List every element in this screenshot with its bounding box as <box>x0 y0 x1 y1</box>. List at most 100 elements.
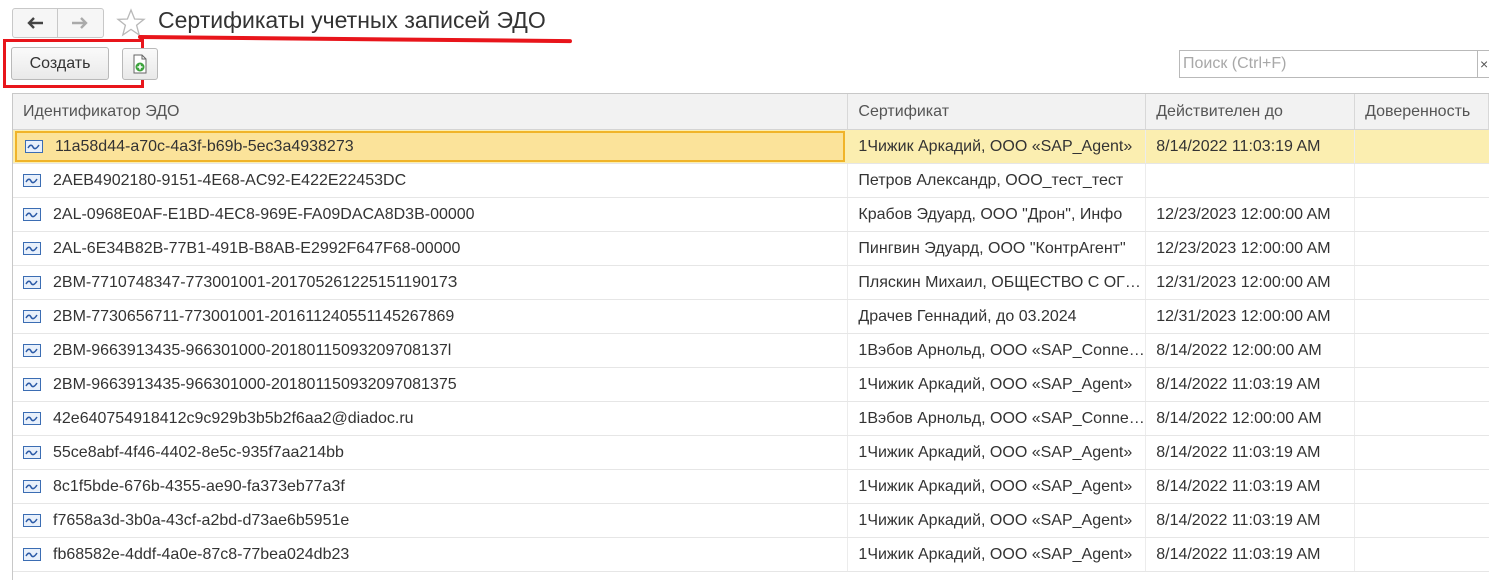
power-of-attorney-cell[interactable] <box>1355 130 1489 163</box>
power-of-attorney-cell[interactable] <box>1355 538 1489 571</box>
search-input[interactable] <box>1179 50 1477 78</box>
certificate-cell-text: Пляскин Михаил, ОБЩЕСТВО С ОГРАНИЧЕННОЙ <box>858 273 1146 291</box>
forward-button[interactable] <box>57 9 102 37</box>
valid-until-cell[interactable]: 12/23/2023 12:00:00 AM <box>1146 232 1356 265</box>
power-of-attorney-cell[interactable] <box>1355 436 1489 469</box>
edo-id-cell[interactable]: 11a58d44-a70c-4a3f-b69b-5ec3a4938273 <box>15 131 846 162</box>
table-row[interactable]: 2BM-9663913435-966301000-201801150932097… <box>13 368 1489 402</box>
table-row[interactable]: 55ce8abf-4f46-4402-8e5c-935f7aa214bb 1Чиж… <box>13 436 1489 470</box>
edo-id-cell[interactable]: fb68582e-4ddf-4a0e-87c8-77bea024db23 <box>13 538 849 571</box>
certificate-cell[interactable]: 1Чижик Аркадий, ООО «SAP_Agent» <box>848 436 1147 469</box>
edo-id-cell[interactable]: 2BM-9663913435-966301000-201801150932097… <box>13 368 849 401</box>
valid-until-cell[interactable]: 8/14/2022 11:03:19 AM <box>1146 538 1356 571</box>
table-row[interactable]: 2AL-0968E0AF-E1BD-4EC8-969E-FA09DACA8D3B… <box>13 198 1489 232</box>
valid-until-cell[interactable]: 8/14/2022 12:00:00 AM <box>1146 402 1356 435</box>
search-clear-button[interactable]: × <box>1477 50 1489 78</box>
valid-until-cell[interactable]: 12/23/2023 12:00:00 AM <box>1146 198 1356 231</box>
edo-id-cell[interactable]: 42e640754918412c9c929b3b5b2f6aa2@diadoc.… <box>13 402 849 435</box>
column-header-valid-until[interactable]: Действителен до <box>1146 94 1356 129</box>
table-row[interactable]: 2AEB4902180-9151-4E68-AC92-E422E22453DC П… <box>13 164 1489 198</box>
certificates-table: Идентификатор ЭДО Сертификат Действителе… <box>12 93 1489 580</box>
valid-until-cell[interactable]: 12/31/2023 12:00:00 AM <box>1146 300 1356 333</box>
valid-until-cell[interactable]: 8/14/2022 11:03:19 AM <box>1146 436 1356 469</box>
certificate-cell[interactable]: 1Чижик Аркадий, ООО «SAP_Agent» <box>848 538 1147 571</box>
edo-id-cell[interactable]: 55ce8abf-4f46-4402-8e5c-935f7aa214bb <box>13 436 849 469</box>
edo-id-cell[interactable]: 2AL-6E34B82B-77B1-491B-B8AB-E2992F647F68… <box>13 232 849 265</box>
certificate-cell-text: 1Чижик Аркадий, ООО «SAP_Agent» <box>858 137 1133 155</box>
power-of-attorney-cell[interactable] <box>1355 198 1489 231</box>
table-row[interactable]: 42e640754918412c9c929b3b5b2f6aa2@diadoc.… <box>13 402 1489 436</box>
power-of-attorney-cell[interactable] <box>1355 232 1489 265</box>
power-of-attorney-cell[interactable] <box>1355 402 1489 435</box>
certificate-cell-text: 1Чижик Аркадий, ООО «SAP_Agent» <box>858 477 1133 495</box>
edo-id-cell[interactable]: f7658a3d-3b0a-43cf-a2bd-d73ae6b5951e <box>13 504 849 537</box>
edo-id-cell-text: 2BM-9663913435-966301000-201801150932097… <box>53 375 457 393</box>
edo-id-cell[interactable]: 2BM-7710748347-773001001-201705261225151… <box>13 266 849 299</box>
certificate-cell-text: 1Чижик Аркадий, ООО «SAP_Agent» <box>858 375 1133 393</box>
certificate-cell[interactable]: Драчев Геннадий, до 03.2024 <box>848 300 1147 333</box>
certificate-cell[interactable]: Пляскин Михаил, ОБЩЕСТВО С ОГРАНИЧЕННОЙ <box>848 266 1147 299</box>
edo-id-cell[interactable]: 2AL-0968E0AF-E1BD-4EC8-969E-FA09DACA8D3B… <box>13 198 849 231</box>
certificate-record-icon <box>25 140 43 153</box>
certificate-cell[interactable]: 1Чижик Аркадий, ООО «SAP_Agent» <box>848 368 1147 401</box>
create-button[interactable]: Создать <box>11 47 109 80</box>
table-row[interactable]: 2BM-7730656711-773001001-201611240551145… <box>13 300 1489 334</box>
valid-until-cell[interactable] <box>1146 164 1356 197</box>
valid-until-cell[interactable]: 12/31/2023 12:00:00 AM <box>1146 266 1356 299</box>
table-row[interactable]: 2BM-9663913435-966301000-201801150932097… <box>13 334 1489 368</box>
certificate-cell[interactable]: 1Чижик Аркадий, ООО «SAP_Agent» <box>848 504 1147 537</box>
certificate-cell-text: Драчев Геннадий, до 03.2024 <box>858 307 1077 325</box>
copy-button[interactable] <box>122 48 158 80</box>
valid-until-cell-text: 8/14/2022 11:03:19 AM <box>1156 477 1321 495</box>
valid-until-cell[interactable]: 8/14/2022 11:03:19 AM <box>1146 504 1356 537</box>
column-header-certificate[interactable]: Сертификат <box>848 94 1147 129</box>
power-of-attorney-cell[interactable] <box>1355 164 1489 197</box>
table-row[interactable]: 2BM-7710748347-773001001-201705261225151… <box>13 266 1489 300</box>
certificate-cell[interactable]: 1Чижик Аркадий, ООО «SAP_Agent» <box>848 470 1147 503</box>
valid-until-cell[interactable]: 8/14/2022 11:03:19 AM <box>1146 368 1356 401</box>
certificate-cell-text: 1Вэбов Арнольд, ООО «SAP_Connect» <box>858 341 1146 359</box>
star-icon[interactable] <box>116 8 146 38</box>
valid-until-cell[interactable]: 8/14/2022 11:03:19 AM <box>1146 470 1356 503</box>
certificate-record-icon <box>23 548 41 561</box>
edo-id-cell-text: 55ce8abf-4f46-4402-8e5c-935f7aa214bb <box>53 443 344 461</box>
certificate-cell[interactable]: Пингвин Эдуард, ООО "КонтрАгент" <box>848 232 1147 265</box>
valid-until-cell-text: 8/14/2022 11:03:19 AM <box>1156 375 1321 393</box>
power-of-attorney-cell[interactable] <box>1355 470 1489 503</box>
certificate-cell-text: 1Чижик Аркадий, ООО «SAP_Agent» <box>858 511 1133 529</box>
back-button[interactable] <box>13 9 57 37</box>
certificate-cell[interactable]: Крабов Эдуард, ООО "Дрон", Инфо <box>848 198 1147 231</box>
table-row[interactable]: fb68582e-4ddf-4a0e-87c8-77bea024db23 1Чиж… <box>13 538 1489 572</box>
certificate-cell[interactable]: Петров Александр, ООО_тест_тест <box>848 164 1147 197</box>
power-of-attorney-cell[interactable] <box>1355 504 1489 537</box>
certificate-record-icon <box>23 242 41 255</box>
valid-until-cell[interactable]: 8/14/2022 11:03:19 AM <box>1146 130 1356 163</box>
certificate-cell-text: Крабов Эдуард, ООО "Дрон", Инфо <box>858 205 1123 223</box>
certificate-cell-text: Пингвин Эдуард, ООО "КонтрАгент" <box>858 239 1126 257</box>
valid-until-cell[interactable]: 8/14/2022 12:00:00 AM <box>1146 334 1356 367</box>
edo-id-cell[interactable]: 2BM-9663913435-966301000-201801150932097… <box>13 334 849 367</box>
edo-id-cell[interactable]: 8c1f5bde-676b-4355-ae90-fa373eb77a3f <box>13 470 849 503</box>
certificate-cell[interactable]: 1Чижик Аркадий, ООО «SAP_Agent» <box>848 130 1147 163</box>
table-row[interactable]: 8c1f5bde-676b-4355-ae90-fa373eb77a3f 1Чиж… <box>13 470 1489 504</box>
power-of-attorney-cell[interactable] <box>1355 368 1489 401</box>
valid-until-cell-text: 12/23/2023 12:00:00 AM <box>1156 205 1331 223</box>
edo-id-cell[interactable]: 2AEB4902180-9151-4E68-AC92-E422E22453DC <box>13 164 849 197</box>
valid-until-cell-text: 8/14/2022 12:00:00 AM <box>1156 409 1322 427</box>
edo-id-cell-text: 2AL-0968E0AF-E1BD-4EC8-969E-FA09DACA8D3B… <box>53 205 475 223</box>
table-row[interactable]: 11a58d44-a70c-4a3f-b69b-5ec3a4938273 1Чиж… <box>13 130 1489 164</box>
power-of-attorney-cell[interactable] <box>1355 334 1489 367</box>
power-of-attorney-cell[interactable] <box>1355 266 1489 299</box>
edo-id-cell[interactable]: 2BM-7730656711-773001001-201611240551145… <box>13 300 849 333</box>
certificate-cell[interactable]: 1Вэбов Арнольд, ООО «SAP_Connect» <box>848 402 1147 435</box>
certificate-record-icon <box>23 412 41 425</box>
certificate-cell[interactable]: 1Вэбов Арнольд, ООО «SAP_Connect» <box>848 334 1147 367</box>
column-header-edo-id[interactable]: Идентификатор ЭДО <box>13 94 849 129</box>
table-row[interactable]: f7658a3d-3b0a-43cf-a2bd-d73ae6b5951e 1Чиж… <box>13 504 1489 538</box>
table-row[interactable]: 2AL-6E34B82B-77B1-491B-B8AB-E2992F647F68… <box>13 232 1489 266</box>
edo-id-cell-text: 2AEB4902180-9151-4E68-AC92-E422E22453DC <box>53 171 407 189</box>
valid-until-cell-text: 12/23/2023 12:00:00 AM <box>1156 239 1331 257</box>
navigation-buttons <box>12 8 104 38</box>
column-header-power-of-attorney[interactable]: Доверенность <box>1355 94 1489 129</box>
power-of-attorney-cell[interactable] <box>1355 300 1489 333</box>
